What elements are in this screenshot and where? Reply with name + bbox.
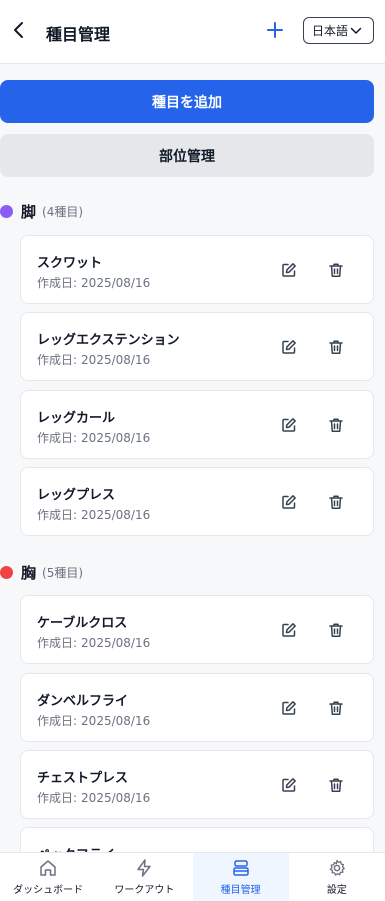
trash-icon xyxy=(329,340,343,354)
exercise-date: 作成日: 2025/08/16 xyxy=(37,789,150,806)
back-button[interactable] xyxy=(8,18,28,42)
delete-button[interactable] xyxy=(326,492,346,512)
edit-button[interactable] xyxy=(279,337,299,357)
group-count: (5種目) xyxy=(42,565,84,580)
group-count: (4種目) xyxy=(42,204,84,219)
date-value: 2025/08/16 xyxy=(81,508,151,522)
exercise-card: ケーブルクロス 作成日: 2025/08/16 xyxy=(20,595,374,664)
trash-icon xyxy=(329,263,343,277)
date-label: 作成日: xyxy=(37,508,78,522)
nav-settings[interactable]: 設定 xyxy=(289,853,385,901)
delete-button[interactable] xyxy=(326,698,346,718)
page-title: 種目管理 xyxy=(46,25,111,44)
group-color-dot xyxy=(0,565,13,579)
date-value: 2025/08/16 xyxy=(81,791,151,805)
date-label: 作成日: xyxy=(37,431,78,445)
edit-icon xyxy=(282,701,296,715)
exercise-date: 作成日: 2025/08/16 xyxy=(37,506,150,523)
exercise-name: レッグプレス xyxy=(37,488,116,503)
trash-icon xyxy=(329,778,343,792)
manage-parts-button[interactable]: 部位管理 xyxy=(0,134,374,177)
trash-icon xyxy=(329,418,343,432)
exercise-name: ペックフライ xyxy=(37,844,115,852)
delete-button[interactable] xyxy=(326,620,346,640)
date-label: 作成日: xyxy=(37,636,78,650)
home-icon xyxy=(40,860,56,876)
nav-label: ダッシュボード xyxy=(13,885,84,896)
delete-button[interactable] xyxy=(326,415,346,435)
exercise-date: 作成日: 2025/08/16 xyxy=(37,712,150,729)
edit-icon xyxy=(282,418,296,432)
exercise-card: チェストプレス 作成日: 2025/08/16 xyxy=(20,750,374,819)
edit-button[interactable] xyxy=(279,415,299,435)
edit-icon xyxy=(282,340,296,354)
gear-icon xyxy=(329,859,345,876)
edit-icon xyxy=(282,778,296,792)
exercise-name: スクワット xyxy=(37,256,103,271)
nav-label: ワークアウト xyxy=(114,885,175,896)
plus-icon xyxy=(267,22,283,38)
edit-button[interactable] xyxy=(279,260,299,280)
trash-icon xyxy=(329,623,343,637)
exercise-date: 作成日: 2025/08/16 xyxy=(37,274,150,291)
app-header: 種目管理 日本語 xyxy=(0,0,385,64)
exercise-date: 作成日: 2025/08/16 xyxy=(37,634,150,651)
exercise-name: チェストプレス xyxy=(37,771,129,786)
language-select[interactable]: 日本語 xyxy=(303,17,374,44)
edit-button[interactable] xyxy=(279,492,299,512)
exercise-card: スクワット 作成日: 2025/08/16 xyxy=(20,235,374,304)
edit-icon xyxy=(282,263,296,277)
date-label: 作成日: xyxy=(37,276,78,290)
edit-button[interactable] xyxy=(279,698,299,718)
nav-label: 種目管理 xyxy=(220,885,261,896)
bottom-nav: ダッシュボード ワークアウト 種目管理 設定 xyxy=(0,852,385,901)
date-label: 作成日: xyxy=(37,791,78,805)
edit-icon xyxy=(282,495,296,509)
nav-label: 設定 xyxy=(326,885,347,896)
exercise-date: 作成日: 2025/08/16 xyxy=(37,351,150,368)
layers-icon xyxy=(232,860,249,876)
exercise-card: レッグエクステンション 作成日: 2025/08/16 xyxy=(20,312,374,381)
nav-workout[interactable]: ワークアウト xyxy=(96,853,192,901)
group-header-legs: 脚 (4種目) xyxy=(0,201,83,221)
exercise-name: ケーブルクロス xyxy=(37,616,128,631)
exercise-card: ペックフライ xyxy=(20,827,374,852)
delete-button[interactable] xyxy=(326,775,346,795)
group-color-dot xyxy=(0,204,13,218)
edit-button[interactable] xyxy=(279,775,299,795)
group-name: 脚 xyxy=(21,202,37,221)
exercise-name: ダンベルフライ xyxy=(37,694,129,709)
exercise-card: レッグカール 作成日: 2025/08/16 xyxy=(20,390,374,459)
exercise-card: レッグプレス 作成日: 2025/08/16 xyxy=(20,467,374,536)
date-label: 作成日: xyxy=(37,714,78,728)
trash-icon xyxy=(329,701,343,715)
exercise-card: ダンベルフライ 作成日: 2025/08/16 xyxy=(20,673,374,742)
delete-button[interactable] xyxy=(326,337,346,357)
language-value: 日本語 xyxy=(312,24,349,38)
date-value: 2025/08/16 xyxy=(81,636,151,650)
date-value: 2025/08/16 xyxy=(81,353,151,367)
edit-button[interactable] xyxy=(279,620,299,640)
trash-icon xyxy=(329,495,343,509)
date-label: 作成日: xyxy=(37,353,78,367)
add-button[interactable] xyxy=(264,19,286,41)
content-area[interactable]: 種目を追加 部位管理 脚 (4種目) スクワット 作成日: 2025/08/16 … xyxy=(0,65,385,852)
date-value: 2025/08/16 xyxy=(81,276,151,290)
group-name: 胸 xyxy=(21,563,37,582)
delete-button[interactable] xyxy=(326,260,346,280)
chevron-left-icon xyxy=(14,22,23,38)
date-value: 2025/08/16 xyxy=(81,714,151,728)
group-header-chest: 胸 (5種目) xyxy=(0,562,83,582)
exercise-name: レッグカール xyxy=(37,411,116,426)
add-exercise-button[interactable]: 種目を追加 xyxy=(0,80,374,123)
date-value: 2025/08/16 xyxy=(81,431,151,445)
bolt-icon xyxy=(137,859,152,877)
nav-exercise-management[interactable]: 種目管理 xyxy=(192,853,289,901)
exercise-date: 作成日: 2025/08/16 xyxy=(37,429,150,446)
edit-icon xyxy=(282,623,296,637)
chevron-down-icon xyxy=(350,27,362,34)
exercise-name: レッグエクステンション xyxy=(37,333,180,348)
nav-dashboard[interactable]: ダッシュボード xyxy=(0,853,96,901)
